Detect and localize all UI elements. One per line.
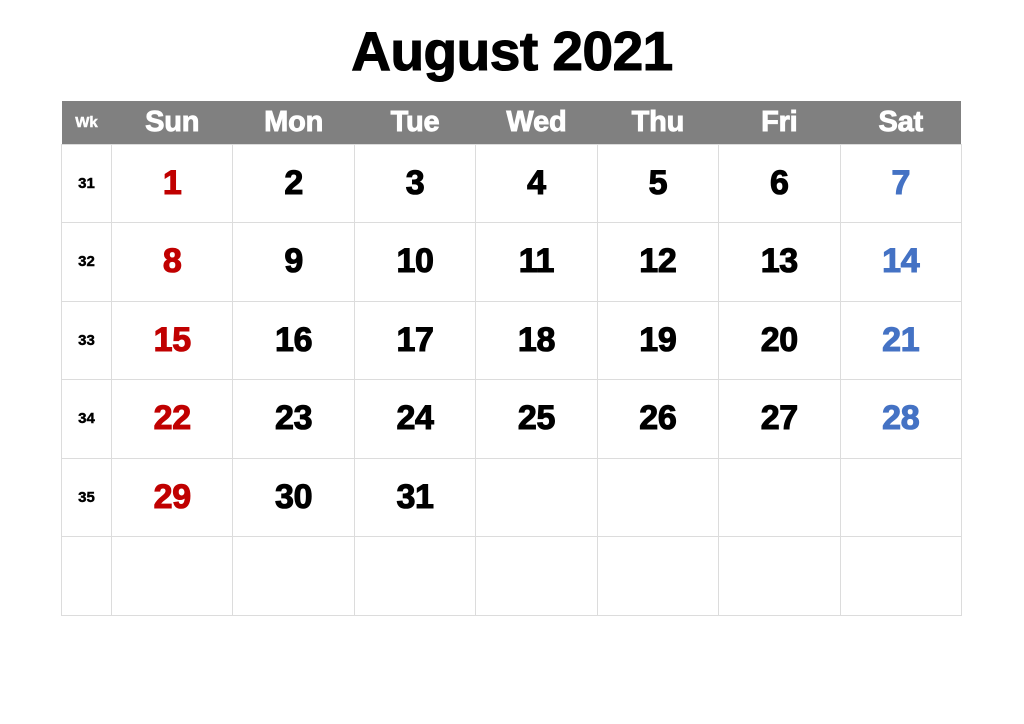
calendar-week-row: 33 15 16 17 18 19 20 21 [61, 300, 962, 380]
date-cell-tue[interactable]: 3 [353, 143, 477, 223]
calendar-page: August 2021 Wk Sun Mon Tue Wed Thu Fri S… [0, 0, 1024, 724]
date-cell-thu[interactable]: 12 [596, 222, 720, 302]
date-cell-tue [353, 536, 477, 616]
date-cell-sat[interactable]: 7 [839, 143, 962, 223]
date-cell-wed [475, 536, 598, 616]
date-cell-thu[interactable]: 19 [596, 300, 720, 380]
date-cell-fri [718, 457, 841, 537]
calendar-body: 31 1 2 3 4 5 6 7 32 8 9 10 11 12 13 14 33 15 16 17 18 19 20 21 3… [61, 143, 962, 616]
date-cell-sun[interactable]: 22 [110, 379, 234, 459]
date-cell-mon[interactable]: 16 [232, 300, 355, 380]
date-cell-sat [839, 536, 962, 616]
date-cell-wed[interactable]: 4 [475, 143, 598, 223]
date-cell-wed[interactable]: 25 [475, 379, 598, 459]
date-cell-thu[interactable]: 26 [596, 379, 720, 459]
date-cell-sat [839, 457, 962, 537]
week-number-cell: 32 [61, 222, 112, 302]
date-cell-sun[interactable]: 15 [110, 300, 234, 380]
week-number-cell: 35 [61, 457, 112, 537]
date-cell-tue[interactable]: 24 [353, 379, 477, 459]
week-number-cell: 33 [61, 300, 112, 380]
calendar-week-row [61, 536, 962, 616]
date-cell-sun[interactable]: 8 [110, 222, 234, 302]
date-cell-thu [596, 457, 720, 537]
calendar-grid: Wk Sun Mon Tue Wed Thu Fri Sat 31 1 2 3 4 5 6 7… [61, 101, 962, 616]
header-row: Wk Sun Mon Tue Wed Thu Fri Sat [61, 101, 962, 144]
date-cell-wed [475, 457, 598, 537]
header-day-tue: Tue [354, 101, 476, 144]
date-cell-fri[interactable]: 6 [718, 143, 841, 223]
week-number-cell: 34 [61, 379, 112, 459]
date-cell-tue[interactable]: 10 [353, 222, 477, 302]
header-day-sun: Sun [111, 101, 233, 144]
date-cell-sun [110, 536, 234, 616]
date-cell-wed[interactable]: 11 [475, 222, 598, 302]
date-cell-fri[interactable]: 27 [718, 379, 841, 459]
calendar-header: Wk Sun Mon Tue Wed Thu Fri Sat [61, 101, 962, 144]
date-cell-thu[interactable]: 5 [596, 143, 720, 223]
header-day-thu: Thu [597, 101, 719, 144]
page-title: August 2021 [351, 19, 674, 82]
date-cell-sun[interactable]: 1 [110, 143, 234, 223]
calendar-week-row: 32 8 9 10 11 12 13 14 [61, 222, 962, 302]
date-cell-sun[interactable]: 29 [110, 457, 234, 537]
date-cell-mon[interactable]: 23 [232, 379, 355, 459]
header-day-wed: Wed [475, 101, 598, 144]
date-cell-tue[interactable]: 17 [353, 300, 477, 380]
calendar-week-row: 31 1 2 3 4 5 6 7 [61, 143, 962, 223]
header-day-fri: Fri [718, 101, 841, 144]
date-cell-mon[interactable]: 2 [232, 143, 355, 223]
date-cell-thu [596, 536, 720, 616]
date-cell-fri[interactable]: 20 [718, 300, 841, 380]
date-cell-mon[interactable]: 9 [232, 222, 355, 302]
date-cell-fri [718, 536, 841, 616]
date-cell-wed[interactable]: 18 [475, 300, 598, 380]
date-cell-sat[interactable]: 21 [839, 300, 962, 380]
date-cell-mon[interactable]: 30 [232, 457, 355, 537]
calendar-week-row: 35 29 30 31 [61, 457, 962, 537]
date-cell-sat[interactable]: 14 [839, 222, 962, 302]
date-cell-tue[interactable]: 31 [353, 457, 477, 537]
date-cell-fri[interactable]: 13 [718, 222, 841, 302]
week-number-cell [61, 536, 112, 616]
header-day-mon: Mon [232, 101, 355, 144]
header-day-sat: Sat [840, 101, 962, 144]
week-number-cell: 31 [61, 143, 112, 223]
date-cell-mon [232, 536, 355, 616]
date-cell-sat[interactable]: 28 [839, 379, 962, 459]
header-week-number: Wk [61, 101, 112, 144]
calendar-week-row: 34 22 23 24 25 26 27 28 [61, 379, 962, 459]
